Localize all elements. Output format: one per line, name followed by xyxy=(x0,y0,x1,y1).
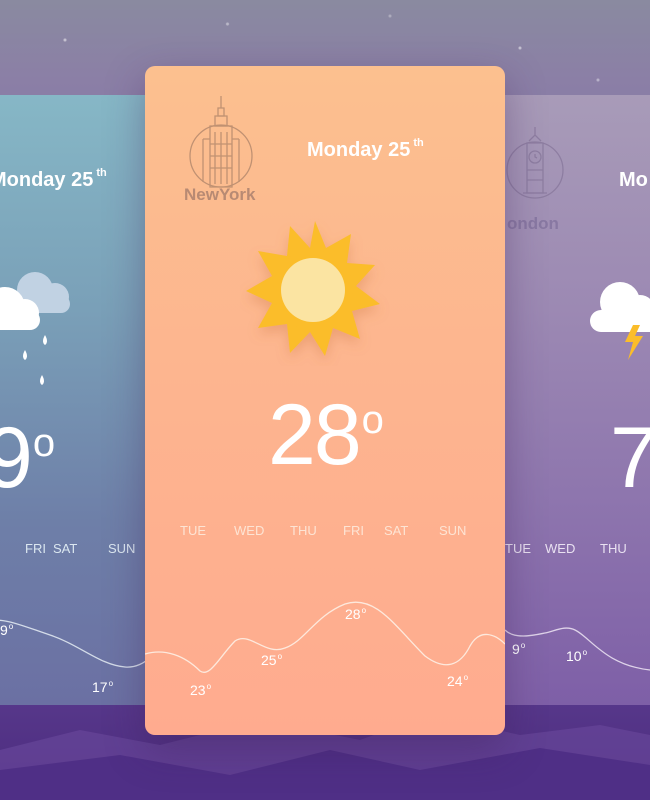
temperature-curve xyxy=(0,619,150,668)
temperature: 7 xyxy=(610,410,650,506)
chart-temp-label: 17o xyxy=(92,679,114,695)
chart-temp-label: 23o xyxy=(190,682,212,698)
chart-temp-label: 24o xyxy=(447,673,469,689)
day-label: SAT xyxy=(384,523,409,538)
day-label: WED xyxy=(234,523,265,538)
sun-icon xyxy=(246,221,380,356)
day-label: FRI xyxy=(343,523,364,538)
weather-card-center[interactable]: NewYork Monday 25th 28o TUE WED THU FRI … xyxy=(145,66,505,735)
temperature: 28o xyxy=(268,387,384,483)
thunder-cloud-icon xyxy=(590,282,650,360)
day-label: WED xyxy=(545,541,576,556)
day-label: FRI xyxy=(25,541,46,556)
rain-cloud-icon xyxy=(0,272,70,385)
day-label: SUN xyxy=(108,541,136,556)
day-label: TUE xyxy=(180,523,206,538)
big-ben-icon xyxy=(506,127,564,199)
chart-temp-label: 25o xyxy=(261,652,283,668)
card-date: Monday 25th xyxy=(307,137,424,161)
empire-state-building-icon xyxy=(189,96,253,188)
card-date: Mo xyxy=(619,169,648,191)
weather-card-right[interactable]: ondon Mo 7 TUE WED THU 9o 10o xyxy=(505,95,650,705)
day-label: TUE xyxy=(505,541,531,556)
weather-card-left[interactable]: Monday 25th 9o FRI SAT SUN 9o 17o xyxy=(0,95,150,705)
day-label: THU xyxy=(290,523,317,538)
city-name: NewYork xyxy=(184,185,256,204)
day-label: THU xyxy=(600,541,627,556)
chart-temp-label: 9o xyxy=(0,622,14,638)
chart-temp-label: 28o xyxy=(345,606,367,622)
chart-temp-label: 9o xyxy=(512,641,526,657)
chart-temp-label: 10o xyxy=(566,648,588,664)
day-label: SUN xyxy=(439,523,467,538)
day-label: SAT xyxy=(53,541,78,556)
temperature: 9o xyxy=(0,410,55,506)
city-name: ondon xyxy=(507,214,559,233)
card-date: Monday 25th xyxy=(0,167,107,191)
